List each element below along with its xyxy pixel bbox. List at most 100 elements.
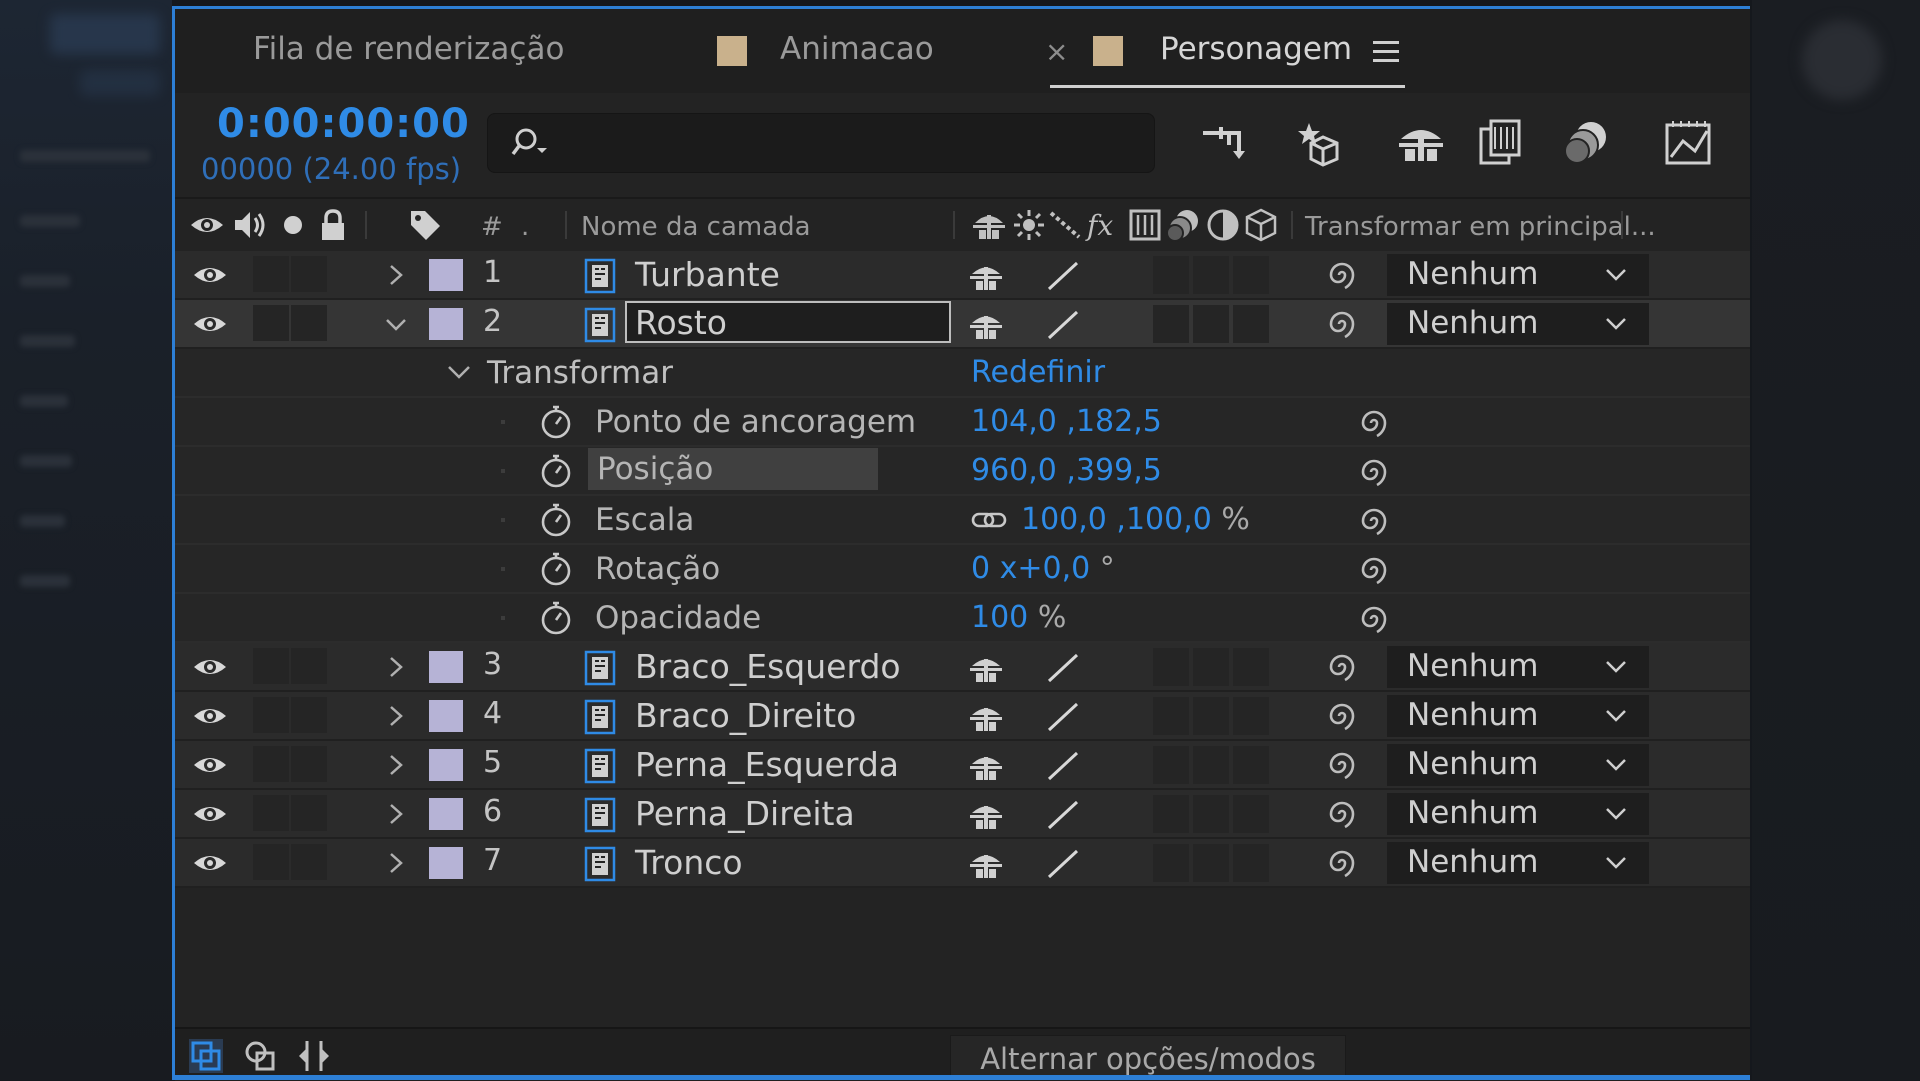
layer-name[interactable]: Braco_Esquerdo [635,647,901,686]
eye-icon[interactable] [193,261,227,289]
lock-switch[interactable] [291,795,327,831]
constrain-proportions-icon[interactable] [971,508,1007,532]
switch-slot[interactable] [1233,746,1269,784]
expand-chevron-icon[interactable] [385,802,407,826]
switch-slot[interactable] [1193,305,1229,343]
pick-whip-icon[interactable] [1325,258,1359,292]
switch-slot[interactable] [1153,746,1189,784]
eye-icon[interactable] [193,653,227,681]
property-value[interactable]: 100 % [971,600,1066,635]
switch-slot[interactable] [1153,795,1189,833]
pick-whip-icon[interactable] [1357,553,1391,587]
in-out-duration-icon[interactable] [297,1039,331,1073]
quality-switch-icon[interactable] [1045,259,1081,293]
layer-row[interactable]: 7 Tronco Nenhum [175,839,1750,888]
parent-dropdown[interactable]: Nenhum [1387,793,1649,835]
layer-name[interactable]: Tronco [635,843,743,882]
expand-chevron-icon[interactable] [385,263,407,287]
layer-row[interactable]: 6 Perna_Direita Nenhum [175,790,1750,839]
quality-switch-icon[interactable] [1045,847,1081,881]
property-value-number[interactable]: 0 x+0,0 [971,551,1090,586]
quality-switch-icon[interactable] [1045,700,1081,734]
label-color[interactable] [429,651,463,683]
solo-switch[interactable] [253,746,289,782]
expand-chevron-icon[interactable] [385,851,407,875]
layer-name[interactable]: Perna_Esquerda [635,745,899,784]
switch-slot[interactable] [1193,256,1229,294]
property-row[interactable]: Ponto de ancoragem 104,0 ,182,5 [175,398,1750,447]
tab-personagem[interactable]: Personagem [1160,31,1352,67]
switch-slot[interactable] [1193,844,1229,882]
layer-switches-icon[interactable] [189,1039,223,1073]
transfer-controls-icon[interactable] [243,1039,277,1073]
lock-switch[interactable] [291,844,327,880]
frame-blending-icon[interactable] [1475,117,1527,169]
shy-switch-icon[interactable] [967,260,1005,292]
switch-slot[interactable] [1233,844,1269,882]
layer-row[interactable]: 5 Perna_Esquerda Nenhum [175,741,1750,790]
label-color[interactable] [429,798,463,830]
quality-switch-icon[interactable] [1045,651,1081,685]
transform-group-row[interactable]: Transformar Redefinir [175,349,1750,398]
layer-row[interactable]: 4 Braco_Direito Nenhum [175,692,1750,741]
column-parent[interactable]: Transformar em principal... [1305,212,1656,242]
expand-chevron-icon[interactable] [385,704,407,728]
shy-switch-icon[interactable] [967,652,1005,684]
label-color[interactable] [429,847,463,879]
quality-switch-icon[interactable] [1045,749,1081,783]
property-value-number[interactable]: 960,0 ,399,5 [971,453,1162,488]
shy-switch-icon[interactable] [967,799,1005,831]
parent-dropdown[interactable]: Nenhum [1387,646,1649,688]
property-row[interactable]: Posição 960,0 ,399,5 [175,447,1750,496]
eye-icon[interactable] [193,751,227,779]
layer-row[interactable]: 1 Turbante Nenhum [175,251,1750,300]
pick-whip-icon[interactable] [1325,797,1359,831]
label-color[interactable] [429,308,463,340]
property-name[interactable]: Opacidade [595,600,761,636]
parent-dropdown[interactable]: Nenhum [1387,744,1649,786]
property-name[interactable]: Ponto de ancoragem [595,404,916,440]
pick-whip-icon[interactable] [1357,455,1391,489]
solo-switch[interactable] [253,305,289,341]
tab-render-queue[interactable]: Fila de renderização [253,31,564,67]
pick-whip-icon[interactable] [1357,406,1391,440]
layer-row[interactable]: 3 Braco_Esquerdo Nenhum [175,643,1750,692]
solo-switch[interactable] [253,648,289,684]
pick-whip-icon[interactable] [1357,504,1391,538]
switch-slot[interactable] [1153,256,1189,294]
pick-whip-icon[interactable] [1325,846,1359,880]
property-value-number[interactable]: 104,0 ,182,5 [971,404,1162,439]
solo-switch[interactable] [253,844,289,880]
property-value[interactable]: 100,0 ,100,0 % [1021,502,1250,537]
pick-whip-icon[interactable] [1325,307,1359,341]
switch-slot[interactable] [1153,305,1189,343]
hide-shy-layers-icon[interactable] [1395,117,1447,169]
toggle-switches-modes-button[interactable]: Alternar opções/modos [950,1035,1346,1079]
pick-whip-icon[interactable] [1325,650,1359,684]
switch-slot[interactable] [1153,648,1189,686]
label-color[interactable] [429,700,463,732]
stopwatch-icon[interactable] [539,502,573,538]
column-layer-name[interactable]: Nome da camada [581,212,811,242]
property-row[interactable]: Rotação 0 x+0,0 ° [175,545,1750,594]
property-value-number[interactable]: 100 [971,600,1028,635]
solo-switch[interactable] [253,256,289,292]
current-time-display[interactable]: 0:00:00:00 [217,101,470,147]
collapse-chevron-icon[interactable] [447,363,471,381]
parent-dropdown[interactable]: Nenhum [1387,303,1649,345]
parent-dropdown[interactable]: Nenhum [1387,695,1649,737]
property-name[interactable]: Posição [588,448,878,490]
reset-link[interactable]: Redefinir [971,355,1105,390]
parent-dropdown[interactable]: Nenhum [1387,254,1649,296]
switch-slot[interactable] [1233,648,1269,686]
lock-switch[interactable] [291,305,327,341]
switch-slot[interactable] [1193,746,1229,784]
lock-switch[interactable] [291,697,327,733]
property-row[interactable]: Escala 100,0 ,100,0 % [175,496,1750,545]
lock-switch[interactable] [291,648,327,684]
switch-slot[interactable] [1193,648,1229,686]
expand-chevron-icon[interactable] [385,753,407,777]
collapse-chevron-icon[interactable] [385,312,407,336]
search-field[interactable] [487,113,1155,173]
eye-icon[interactable] [193,310,227,338]
